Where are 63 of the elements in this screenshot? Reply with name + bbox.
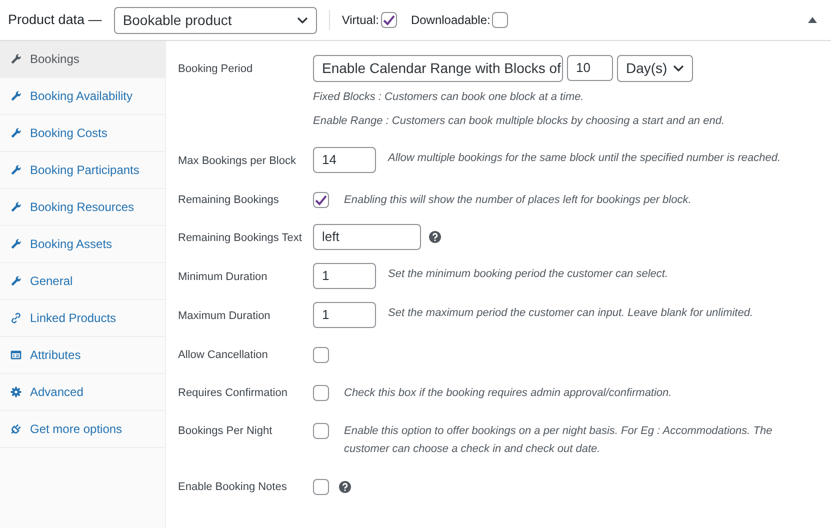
help-icon[interactable]: [429, 231, 441, 243]
field-label: Max Bookings per Block: [178, 154, 297, 169]
checkbox[interactable]: [313, 422, 329, 438]
text-input[interactable]: left: [313, 224, 421, 250]
card-icon: [10, 349, 22, 361]
field-label: Requires Confirmation: [178, 386, 288, 400]
field-description: Enable this option to offer bookings on a per night basis. For Eg : Accommodations. The customer can choose a check in and check out date.: [344, 424, 774, 456]
field-note: Fixed Blocks : Customers can book one block at a time.: [313, 90, 585, 105]
sidebar-tab[interactable]: Booking Availability: [0, 78, 165, 115]
sidebar-tab[interactable]: Booking Participants: [0, 152, 165, 189]
sidebar-tab[interactable]: General: [0, 263, 165, 300]
field-label: Remaining Bookings Text: [178, 231, 303, 246]
option-label: Downloadable:: [410, 12, 490, 29]
field-description: Enabling this will show the number of places left for bookings per block.: [344, 193, 692, 208]
checkbox[interactable]: [492, 12, 508, 28]
checkbox[interactable]: [313, 384, 329, 400]
number-input[interactable]: 1: [313, 263, 376, 289]
wrench-icon: [10, 275, 22, 287]
field-label: Maximum Duration: [178, 309, 272, 324]
wrench-icon: [10, 164, 22, 176]
field-label: Minimum Duration: [178, 270, 268, 285]
option-label: Virtual:: [342, 12, 379, 29]
panel-title: Product data —: [8, 10, 102, 29]
unit-select[interactable]: Day(s): [617, 55, 693, 82]
sidebar-tab[interactable]: Attributes: [0, 337, 165, 374]
field-description: Set the minimum booking period the customer can select.: [388, 267, 668, 282]
checkbox[interactable]: [313, 347, 329, 363]
sidebar-tab[interactable]: Booking Resources: [0, 189, 165, 226]
field-description: Check this box if the booking requires admin approval/confirmation.: [344, 386, 672, 400]
field-label: Remaining Bookings: [178, 193, 280, 208]
wrench-icon: [10, 201, 22, 213]
field-description: Allow multiple bookings for the same block until the specified number is reached.: [388, 151, 781, 166]
sidebar-tab[interactable]: Bookings: [0, 41, 165, 78]
field-note: Enable Range : Customers can book multiple blocks by choosing a start and an end.: [313, 114, 726, 128]
sidebar-tab[interactable]: Booking Costs: [0, 115, 165, 152]
wrench-icon: [10, 90, 22, 102]
number-input[interactable]: 14: [313, 147, 376, 173]
field-label: Allow Cancellation: [178, 348, 269, 363]
sidebar-tab[interactable]: Booking Assets: [0, 226, 165, 263]
product-type-select[interactable]: Bookable product: [114, 6, 317, 34]
chevron-down-icon: [673, 65, 684, 72]
gear-icon: [10, 386, 22, 398]
field-label: Booking Period: [178, 62, 254, 77]
wrench-icon: [10, 127, 22, 139]
checkbox[interactable]: [313, 192, 329, 208]
checkbox[interactable]: [380, 12, 397, 28]
field-label: Bookings Per Night: [178, 424, 274, 438]
field-label: Enable Booking Notes: [178, 480, 288, 494]
collapse-icon[interactable]: [808, 17, 817, 23]
number-input[interactable]: 1: [313, 302, 376, 328]
checkbox[interactable]: [313, 478, 329, 494]
sidebar-tab[interactable]: Get more options: [0, 411, 165, 448]
chevron-down-icon: [296, 16, 308, 24]
sidebar-tab[interactable]: Linked Products: [0, 300, 165, 337]
link-icon: [10, 312, 22, 324]
booking-mode-select[interactable]: Enable Calendar Range with Blocks of: [313, 55, 563, 82]
number-input[interactable]: 10: [567, 55, 613, 81]
wrench-icon: [10, 238, 22, 250]
plug-icon: [10, 423, 22, 435]
help-icon[interactable]: [339, 480, 351, 492]
wrench-icon: [10, 53, 22, 65]
sidebar-tab[interactable]: Advanced: [0, 374, 165, 411]
field-description: Set the maximum period the customer can input. Leave blank for unlimited.: [388, 306, 754, 321]
